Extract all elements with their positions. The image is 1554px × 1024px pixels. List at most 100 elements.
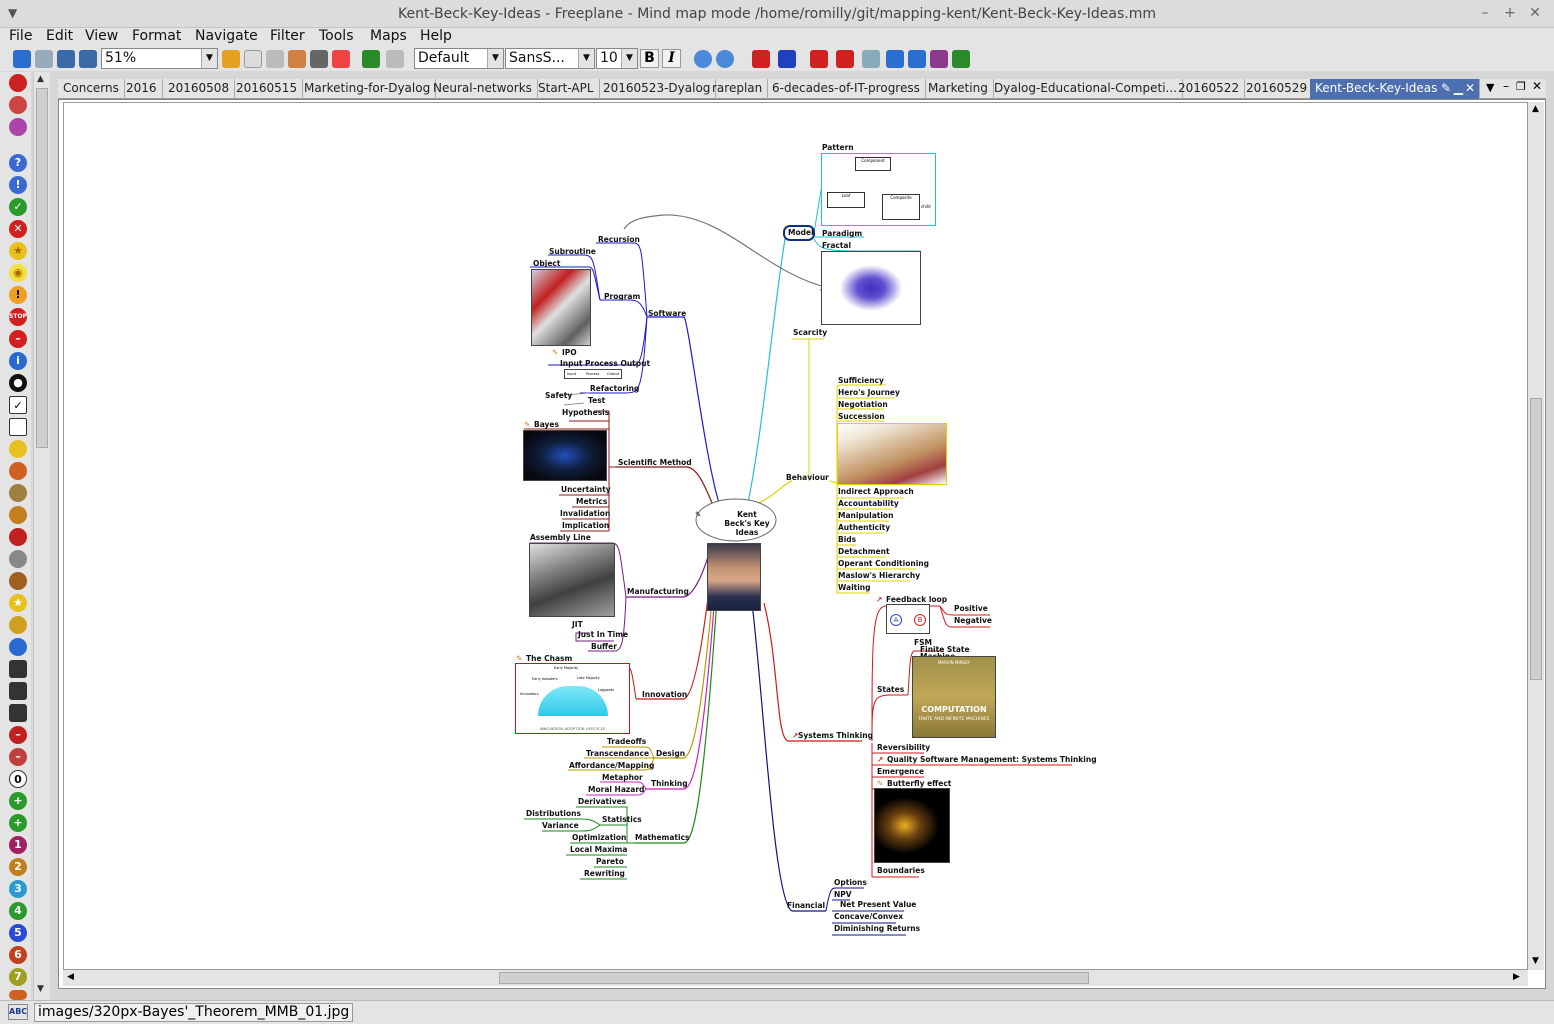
node-test[interactable]: Test	[588, 396, 605, 405]
bomb-icon[interactable]: ●	[9, 374, 27, 392]
node-subroutine[interactable]: Subroutine	[549, 247, 596, 256]
priority-3-icon[interactable]: 3	[9, 880, 27, 898]
forward-icon[interactable]	[35, 50, 53, 68]
scroll-up-icon[interactable]: ▲	[1532, 104, 1539, 114]
pattern-diagram-image[interactable]: Component Leaf Composite child	[821, 153, 936, 226]
chevron-down-icon[interactable]: ▼	[487, 49, 503, 68]
map-icon[interactable]	[222, 50, 240, 68]
checkmark-icon[interactable]: ✓	[9, 198, 27, 216]
node-implication[interactable]: Implication	[562, 521, 609, 530]
tab-20160508[interactable]: 20160508	[163, 79, 236, 99]
vertical-scroll-thumb[interactable]	[1530, 398, 1542, 680]
menu-view[interactable]: View	[85, 28, 118, 44]
node-model[interactable]: Model	[788, 228, 814, 237]
scroll-up-icon[interactable]: ▲	[37, 74, 44, 84]
node-operant-conditioning[interactable]: Operant Conditioning	[838, 559, 929, 568]
music-icon[interactable]	[9, 484, 27, 502]
node-concave-convex[interactable]: Concave/Convex	[834, 912, 903, 921]
exclamation-icon[interactable]: !	[9, 176, 27, 194]
tab-20160529[interactable]: 20160529	[1241, 79, 1314, 99]
font-size-combo[interactable]: 10 ▼	[596, 48, 638, 69]
close-button[interactable]: ✕	[1527, 5, 1543, 21]
node-bayes[interactable]: Bayes	[534, 420, 559, 429]
feedback-diagram-image[interactable]: A B	[886, 604, 930, 634]
warning-icon[interactable]: !	[9, 286, 27, 304]
menu-edit[interactable]: Edit	[46, 28, 73, 44]
tab-restore-icon[interactable]: ❐	[1516, 80, 1526, 93]
search-icon[interactable]	[862, 50, 880, 68]
node-pareto[interactable]: Pareto	[596, 857, 624, 866]
tab-20160515[interactable]: 20160515	[231, 79, 304, 99]
priority-4-icon[interactable]: 4	[9, 902, 27, 920]
ipo-diagram-image[interactable]: Input Process Output	[564, 369, 622, 379]
node-just-in-time[interactable]: Just In Time	[578, 630, 628, 639]
close-tab-icon[interactable]: ✕	[1465, 79, 1475, 98]
node-financial[interactable]: Financial	[787, 901, 825, 910]
node-optimization[interactable]: Optimization	[572, 833, 626, 842]
find-next-icon[interactable]	[886, 50, 904, 68]
tab-dyalog-educational[interactable]: Dyalog-Educational-Competi...	[989, 79, 1183, 99]
bayes-image[interactable]	[523, 430, 607, 481]
node-detachment[interactable]: Detachment	[838, 547, 890, 556]
node-metaphor[interactable]: Metaphor	[602, 773, 643, 782]
node-options[interactable]: Options	[834, 878, 867, 887]
node-states[interactable]: States	[877, 685, 904, 694]
minus-red-icon[interactable]: –	[9, 726, 27, 744]
menu-filter[interactable]: Filter	[270, 28, 305, 44]
new-icon[interactable]	[244, 50, 262, 68]
spellcheck-icon[interactable]: ABC	[8, 1004, 28, 1020]
node-program[interactable]: Program	[604, 292, 640, 301]
node-transcendance[interactable]: Transcendance	[586, 749, 649, 758]
node-sufficiency[interactable]: Sufficiency	[838, 376, 884, 385]
maximize-button[interactable]: +	[1502, 5, 1518, 21]
node-succession[interactable]: Succession	[838, 412, 885, 421]
node-diminishing-returns[interactable]: Diminishing Returns	[834, 924, 920, 933]
node-bids[interactable]: Bids	[838, 535, 856, 544]
node-feedback-loop[interactable]: Feedback loop	[886, 595, 947, 604]
node-tradeoffs[interactable]: Tradeoffs	[607, 737, 646, 746]
node-derivatives[interactable]: Derivatives	[578, 797, 626, 806]
node-authenticity[interactable]: Authenticity	[838, 523, 890, 532]
chevron-down-icon[interactable]: ▼	[201, 49, 217, 68]
wizard-icon[interactable]	[9, 440, 27, 458]
node-input-process-output[interactable]: Input Process Output	[560, 359, 650, 368]
salami-image[interactable]	[837, 423, 947, 485]
cloud-icon[interactable]	[694, 50, 712, 68]
scroll-down-icon[interactable]: ▼	[37, 984, 44, 994]
close-map-icon[interactable]	[332, 50, 350, 68]
fractal-image[interactable]	[821, 251, 921, 325]
font-combo[interactable]: SansS... ▼	[505, 48, 595, 69]
scroll-right-icon[interactable]: ▶	[1513, 972, 1520, 982]
remove-first-icon[interactable]	[9, 96, 27, 114]
bell-icon[interactable]	[9, 572, 27, 590]
scroll-down-icon[interactable]: ▼	[1532, 956, 1539, 966]
node-design[interactable]: Design	[656, 749, 685, 758]
menu-maps[interactable]: Maps	[370, 28, 407, 44]
pin-icon[interactable]: ✎	[1441, 79, 1451, 98]
open-icon[interactable]	[288, 50, 306, 68]
node-invalidation[interactable]: Invalidation	[560, 509, 610, 518]
node-maslows-hierarchy[interactable]: Maslow's Hierarchy	[838, 571, 920, 580]
magnifier-icon[interactable]	[9, 550, 27, 568]
add-link-icon[interactable]	[752, 50, 770, 68]
node-behaviour[interactable]: Behaviour	[786, 473, 829, 482]
tab-kent-beck-key-ideas[interactable]: Kent-Beck-Key-Ideas ✎ ▁ ✕	[1310, 79, 1480, 99]
tab-2016[interactable]: 2016	[121, 79, 163, 99]
chevron-down-icon[interactable]: ▼	[621, 49, 637, 68]
node-recursion[interactable]: Recursion	[598, 235, 640, 244]
node-assembly-line[interactable]: Assembly Line	[530, 533, 591, 542]
tab-6-decades[interactable]: 6-decades-of-IT-progress	[767, 79, 926, 99]
traffic-light-red-icon[interactable]	[9, 660, 27, 678]
menu-file[interactable]: File	[9, 28, 32, 44]
node-waiting[interactable]: Waiting	[838, 583, 871, 592]
pencil-icon[interactable]	[9, 528, 27, 546]
home-icon[interactable]	[9, 462, 27, 480]
connector-icon[interactable]	[778, 50, 796, 68]
node-safety[interactable]: Safety	[545, 391, 572, 400]
node-boundaries[interactable]: Boundaries	[877, 866, 925, 875]
tab-close-icon[interactable]: ✕	[1532, 79, 1542, 93]
undo-icon[interactable]	[362, 50, 380, 68]
node-negotiation[interactable]: Negotiation	[838, 400, 888, 409]
zoom-page-icon[interactable]	[79, 50, 97, 68]
node-software[interactable]: Software	[648, 309, 686, 318]
